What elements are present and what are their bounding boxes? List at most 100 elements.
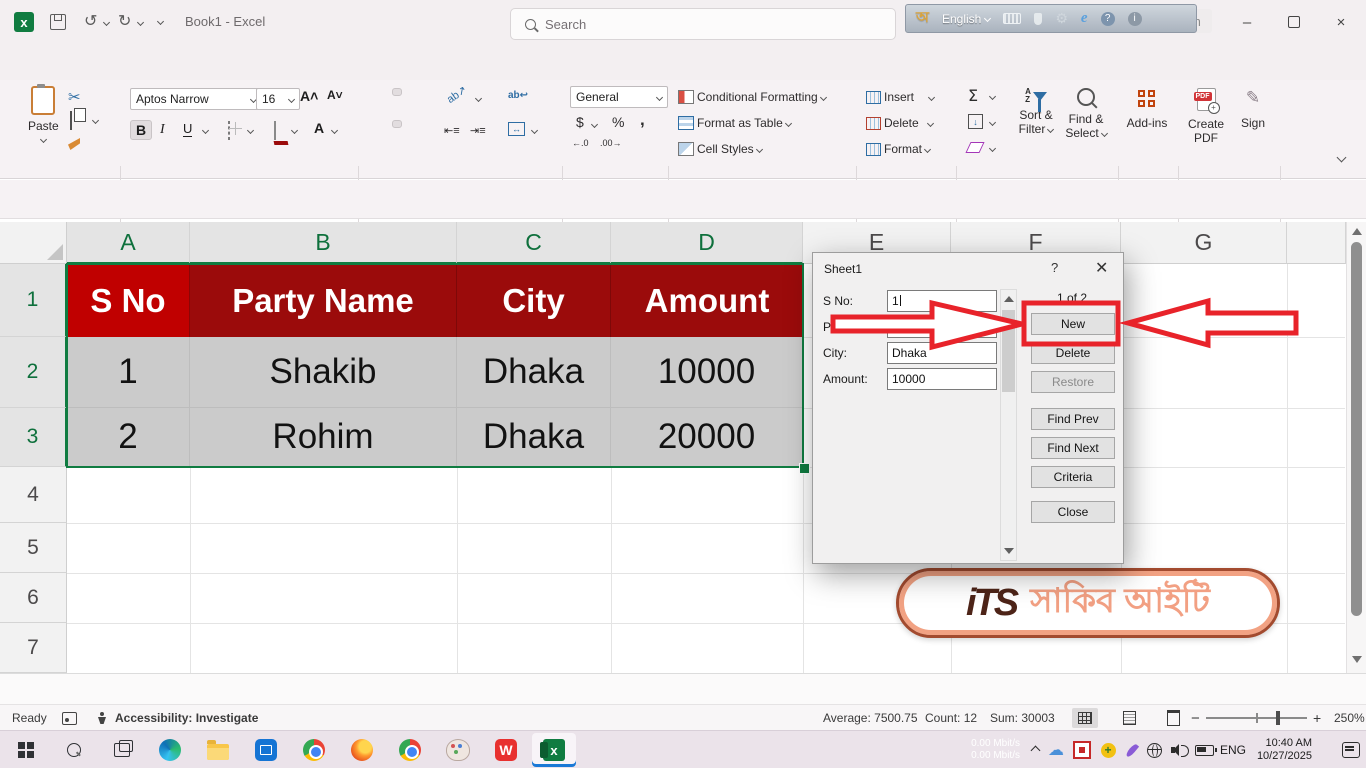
- find-prev-button[interactable]: Find Prev: [1031, 408, 1115, 430]
- browser-icon[interactable]: e: [1081, 10, 1088, 27]
- italic-button[interactable]: I: [160, 122, 165, 138]
- row-header-3[interactable]: 3: [0, 408, 67, 467]
- increase-indent-icon[interactable]: ⇥≡: [470, 124, 486, 137]
- dialog-help-button[interactable]: ?: [1051, 260, 1058, 275]
- format-as-table-button[interactable]: Format as Table: [678, 116, 791, 130]
- search-box[interactable]: Search: [510, 8, 896, 40]
- excel-app-icon[interactable]: x: [14, 12, 34, 32]
- align-left-icon[interactable]: [368, 120, 376, 126]
- undo-icon[interactable]: ↺: [84, 11, 97, 31]
- borders-dropdown-icon[interactable]: [247, 127, 254, 134]
- clock[interactable]: 10:40 AM 10/27/2025: [1250, 731, 1312, 768]
- align-center-icon[interactable]: [392, 120, 402, 128]
- underline-dropdown-icon[interactable]: [202, 127, 209, 134]
- taskbar-firefox[interactable]: [340, 733, 384, 767]
- dialog-close-button[interactable]: ✕: [1095, 258, 1108, 278]
- task-view-button[interactable]: [100, 733, 144, 767]
- autosum-dropdown-icon[interactable]: [989, 93, 996, 100]
- maximize-button[interactable]: [1284, 12, 1304, 32]
- copy-dropdown-icon[interactable]: [92, 117, 99, 124]
- currency-format-icon[interactable]: $: [576, 114, 584, 130]
- column-header-b[interactable]: B: [190, 222, 457, 264]
- orientation-icon[interactable]: ab↗: [444, 83, 469, 106]
- align-right-icon[interactable]: [418, 120, 426, 126]
- format-painter-icon[interactable]: [68, 138, 80, 150]
- cut-icon[interactable]: ✂: [68, 88, 81, 106]
- row-header-1[interactable]: 1: [0, 264, 67, 337]
- field-input-city[interactable]: Dhaka: [887, 342, 997, 364]
- normal-view-button[interactable]: [1072, 708, 1098, 728]
- delete-button[interactable]: Delete: [1031, 342, 1115, 364]
- font-name-combo[interactable]: Aptos Narrow: [130, 88, 262, 110]
- tray-pen-app-icon[interactable]: [1124, 731, 1140, 768]
- criteria-button[interactable]: Criteria: [1031, 466, 1115, 488]
- minimize-button[interactable]: –: [1237, 12, 1257, 32]
- restore-button[interactable]: Restore: [1031, 371, 1115, 393]
- bottom-align-icon[interactable]: [418, 88, 426, 94]
- tray-expand-icon[interactable]: [1026, 731, 1044, 768]
- fill-dropdown-icon[interactable]: [989, 119, 996, 126]
- taskbar-chrome[interactable]: [292, 733, 336, 767]
- zoom-slider-thumb[interactable]: [1276, 711, 1280, 725]
- row-header-6[interactable]: 6: [0, 573, 67, 623]
- vertical-scrollbar-thumb[interactable]: [1351, 242, 1362, 616]
- field-input-party-name[interactable]: Shakib: [887, 316, 997, 338]
- decrease-indent-icon[interactable]: ⇤≡: [444, 124, 460, 137]
- fill-color-icon[interactable]: [274, 121, 276, 140]
- add-ins-button[interactable]: Add-ins: [1124, 90, 1170, 130]
- sign-button[interactable]: ✎ Sign: [1232, 88, 1274, 130]
- scroll-down-icon[interactable]: [1004, 548, 1014, 554]
- info-icon[interactable]: i: [1128, 12, 1142, 26]
- top-align-icon[interactable]: [368, 88, 376, 94]
- notification-center-icon[interactable]: [1340, 731, 1362, 768]
- comma-format-icon[interactable]: ,: [640, 110, 645, 130]
- row-header-5[interactable]: 5: [0, 523, 67, 573]
- format-cells-button[interactable]: Format: [866, 142, 930, 156]
- page-break-view-button[interactable]: [1160, 708, 1186, 728]
- column-header-c[interactable]: C: [457, 222, 611, 264]
- scroll-up-icon[interactable]: [1004, 296, 1014, 302]
- clear-dropdown-icon[interactable]: [989, 145, 996, 152]
- fill-down-icon[interactable]: ↓: [968, 114, 983, 129]
- save-icon[interactable]: [50, 14, 66, 30]
- macro-record-icon[interactable]: [62, 705, 77, 731]
- shrink-font-icon[interactable]: A˅: [327, 88, 343, 102]
- orientation-dropdown-icon[interactable]: [475, 95, 482, 102]
- create-pdf-button[interactable]: PDF+ CreatePDF: [1182, 88, 1230, 145]
- find-next-button[interactable]: Find Next: [1031, 437, 1115, 459]
- scroll-up-icon[interactable]: [1352, 228, 1362, 235]
- column-header-d[interactable]: D: [611, 222, 803, 264]
- middle-align-icon[interactable]: [392, 88, 402, 96]
- find-select-button[interactable]: Find &Select: [1062, 88, 1110, 140]
- taskbar-file-explorer[interactable]: [196, 733, 240, 767]
- row-header-2[interactable]: 2: [0, 337, 67, 408]
- increase-decimal-icon[interactable]: ←.0: [572, 138, 589, 148]
- merge-center-icon[interactable]: ↔: [508, 122, 525, 136]
- tray-antivirus-icon[interactable]: +: [1098, 731, 1118, 768]
- help-icon[interactable]: ?: [1101, 12, 1115, 26]
- input-language[interactable]: ENG: [1218, 731, 1248, 768]
- taskbar-wps-office[interactable]: W: [484, 733, 528, 767]
- new-button[interactable]: New: [1031, 313, 1115, 335]
- conditional-formatting-button[interactable]: Conditional Formatting: [678, 90, 826, 104]
- grow-font-icon[interactable]: A˄: [300, 88, 318, 104]
- page-layout-view-button[interactable]: [1116, 708, 1142, 728]
- font-size-combo[interactable]: 16: [256, 88, 300, 110]
- taskbar-screen-recorder[interactable]: [244, 733, 288, 767]
- avro-keyboard-toolbar[interactable]: অ English ⚙ e ? i: [905, 4, 1197, 33]
- row-header-4[interactable]: 4: [0, 467, 67, 523]
- keyboard-layout-icon[interactable]: [1003, 13, 1021, 24]
- settings-gear-icon[interactable]: ⚙: [1055, 10, 1068, 27]
- tray-app-icon-red[interactable]: [1072, 731, 1092, 768]
- copy-icon[interactable]: [70, 111, 72, 130]
- percent-format-icon[interactable]: %: [612, 114, 624, 130]
- undo-dropdown-icon[interactable]: [103, 19, 110, 26]
- network-globe-icon[interactable]: [1144, 731, 1164, 768]
- taskbar-chrome-2[interactable]: [388, 733, 432, 767]
- volume-icon[interactable]: [1168, 731, 1190, 768]
- font-color-button[interactable]: A: [314, 120, 324, 136]
- close-button[interactable]: ×: [1331, 12, 1351, 32]
- battery-icon[interactable]: [1192, 731, 1216, 768]
- autosum-icon[interactable]: Σ: [968, 86, 978, 105]
- redo-dropdown-icon[interactable]: [137, 19, 144, 26]
